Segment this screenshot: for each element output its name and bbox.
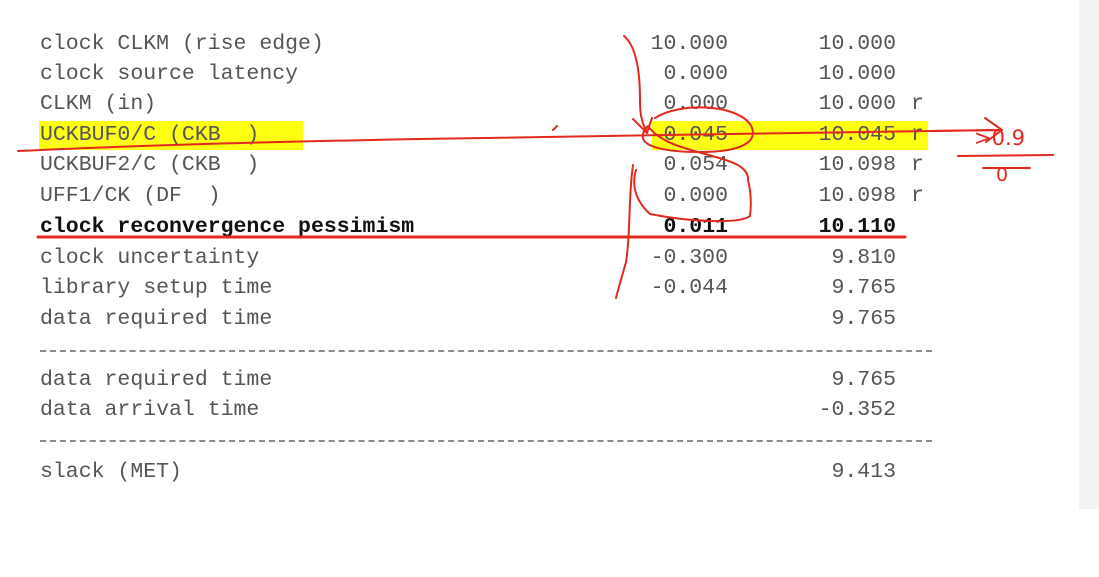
annotation-strikethrough xyxy=(17,129,1001,152)
annotation-bracket-line xyxy=(623,35,648,133)
annotation-tick xyxy=(552,125,558,131)
annotation-note-underline xyxy=(957,154,1054,157)
annotation-squiggle xyxy=(633,169,752,223)
pen-annotations: >0.9 0 xyxy=(17,35,1054,299)
annotation-bracket-curve xyxy=(615,164,634,299)
annotation-loop xyxy=(641,106,754,181)
annotation-zero: 0 xyxy=(996,164,1008,186)
annotation-note: >0.9 xyxy=(974,126,1025,150)
